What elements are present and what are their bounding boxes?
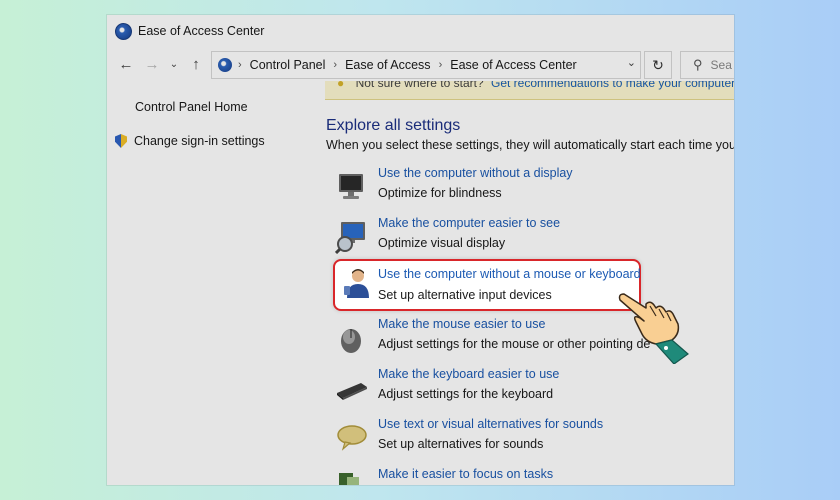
recommendations-link[interactable]: Get recommendations to make your compute…: [491, 81, 734, 90]
recommendation-banner: ● Not sure where to start? Get recommend…: [325, 81, 734, 100]
keyboard-icon: [337, 383, 367, 400]
title-bar: Ease of Access Center: [107, 15, 734, 47]
chevron-right-icon: ›: [333, 59, 338, 71]
recent-locations-chevron-icon[interactable]: ⌄: [167, 53, 181, 75]
forward-arrow-icon[interactable]: →: [141, 53, 163, 75]
lightbulb-icon: ●: [337, 81, 345, 90]
sidebar-link-change-sign-in[interactable]: Change sign-in settings: [115, 134, 265, 148]
sidebar-link-control-panel-home[interactable]: Control Panel Home: [135, 100, 248, 114]
search-placeholder: Sea: [710, 58, 732, 72]
setting-link[interactable]: Use the computer without a display: [378, 166, 573, 180]
monitor-icon: [339, 174, 363, 199]
shield-icon: [115, 134, 127, 148]
setting-item-without-display: Use the computer without a display Optim…: [335, 166, 734, 210]
setting-description: Set up alternatives for sounds: [378, 437, 544, 451]
chevron-right-icon: ›: [438, 59, 443, 71]
setting-link[interactable]: Use the computer without a mouse or keyb…: [378, 267, 641, 281]
refresh-button[interactable]: ↻: [644, 51, 672, 79]
up-arrow-icon[interactable]: ↑: [185, 53, 207, 75]
setting-link[interactable]: Make the mouse easier to use: [378, 317, 545, 331]
setting-link[interactable]: Make the keyboard easier to use: [378, 367, 559, 381]
address-bar[interactable]: › Control Panel › Ease of Access › Ease …: [211, 51, 641, 79]
setting-item-sounds: Use text or visual alternatives for soun…: [335, 417, 734, 461]
focus-icon: [339, 473, 359, 485]
control-panel-icon: [115, 22, 132, 40]
navigation-bar: ← → ⌄ ↑ › Control Panel › Ease of Access…: [107, 47, 734, 81]
sidebar: Control Panel Home Change sign-in settin…: [107, 81, 319, 485]
setting-description: Optimize for blindness: [378, 186, 502, 200]
setting-description: Set up alternative input devices: [378, 288, 552, 302]
window-title: Ease of Access Center: [138, 24, 265, 38]
breadcrumb-ease-of-access-center[interactable]: Ease of Access Center: [450, 58, 576, 72]
chevron-down-icon[interactable]: ⌄: [627, 56, 636, 69]
user-icon: [344, 269, 369, 298]
control-panel-icon: [218, 58, 232, 72]
magnifier-monitor-icon: [335, 222, 365, 254]
setting-item-focus: Make it easier to focus on tasks: [335, 467, 734, 485]
setting-item-without-mouse-or-keyboard[interactable]: Use the computer without a mouse or keyb…: [333, 259, 641, 311]
pointing-hand-icon: [618, 293, 689, 364]
setting-description: Adjust settings for the keyboard: [378, 387, 554, 401]
speech-bubble-icon: [337, 425, 367, 451]
setting-link[interactable]: Make the computer easier to see: [378, 216, 560, 230]
breadcrumb-ease-of-access[interactable]: Ease of Access: [345, 58, 430, 72]
refresh-icon: ↻: [652, 56, 664, 73]
ease-of-access-window: Ease of Access Center ← → ⌄ ↑ › Control …: [107, 15, 734, 485]
setting-item-keyboard: Make the keyboard easier to use Adjust s…: [335, 367, 734, 411]
setting-description: Optimize visual display: [378, 236, 506, 250]
setting-link[interactable]: Use text or visual alternatives for soun…: [378, 417, 603, 431]
search-box[interactable]: ⚲ Sea: [680, 51, 734, 79]
section-title: Explore all settings: [326, 117, 461, 134]
sidebar-link-label: Change sign-in settings: [134, 134, 265, 148]
search-icon: ⚲: [693, 57, 703, 72]
breadcrumb-control-panel[interactable]: Control Panel: [250, 58, 326, 72]
section-description: When you select these settings, they wil…: [326, 138, 734, 152]
back-arrow-icon[interactable]: ←: [115, 53, 137, 75]
setting-link[interactable]: Make it easier to focus on tasks: [378, 467, 553, 481]
mouse-icon: [341, 329, 361, 353]
chevron-right-icon: ›: [238, 59, 242, 71]
setting-item-easier-to-see: Make the computer easier to see Optimize…: [335, 216, 734, 260]
banner-text: Not sure where to start?: [355, 81, 484, 90]
setting-description: Adjust settings for the mouse or other p…: [378, 337, 651, 351]
